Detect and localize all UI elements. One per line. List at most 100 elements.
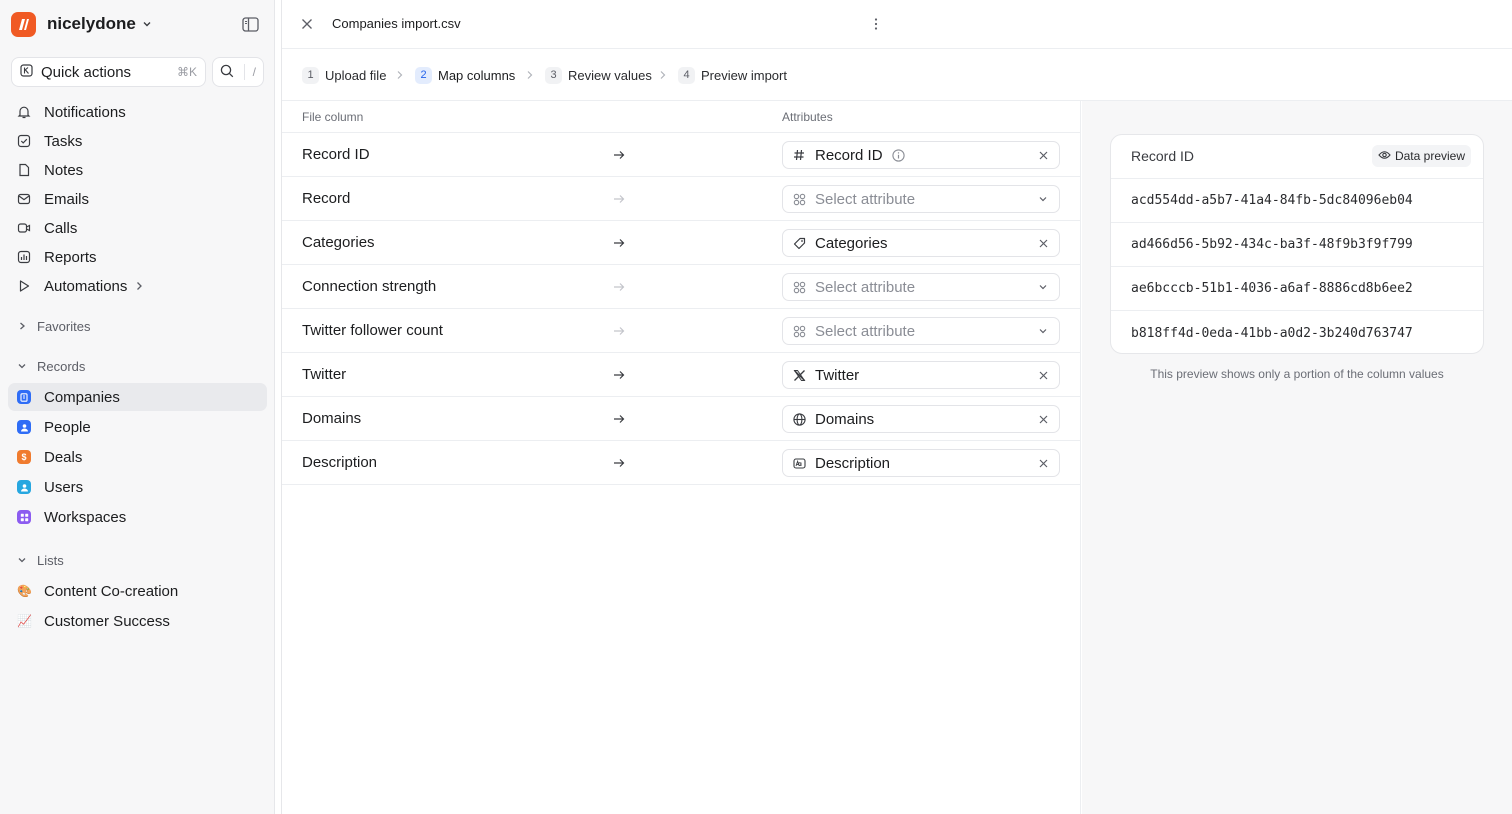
data-preview-button[interactable]: Data preview	[1371, 145, 1471, 167]
mapping-row[interactable]: Twitter Twitter	[282, 353, 1081, 397]
nav-item-notifications[interactable]: Notifications	[8, 98, 267, 126]
attribute-select[interactable]: Domains	[782, 405, 1060, 433]
clear-icon[interactable]	[1037, 369, 1049, 381]
attribute-select[interactable]: Categories	[782, 229, 1060, 257]
section-label: Records	[37, 358, 86, 374]
attribute-select[interactable]: Select attribute	[782, 317, 1060, 345]
nav-label: Emails	[44, 190, 90, 208]
search-icon	[220, 64, 234, 81]
nav-item-reports[interactable]: Reports	[8, 243, 267, 271]
more-options-icon[interactable]	[868, 14, 884, 34]
mapping-row[interactable]: Twitter follower count Select attribute	[282, 309, 1081, 353]
data-preview-label: Data preview	[1394, 149, 1465, 163]
section-label: Favorites	[37, 318, 91, 334]
file-column-name: Description	[302, 454, 378, 471]
file-column-name: Record	[302, 190, 351, 207]
video-icon	[17, 221, 31, 235]
workspace-icon	[17, 510, 31, 524]
sidebar-toggle-icon[interactable]	[240, 14, 260, 34]
clear-icon[interactable]	[1037, 457, 1049, 469]
play-icon	[17, 279, 31, 293]
sidebar: nicelydone Quick actions ⌘K / Notificati…	[0, 0, 275, 814]
preview-note: This preview shows only a portion of the…	[1150, 367, 1444, 381]
column-mapping-table: File column Attributes Record ID Record …	[282, 101, 1081, 814]
mapping-row[interactable]: Description Description	[282, 441, 1081, 485]
mapping-row[interactable]: Record ID Record ID	[282, 133, 1081, 177]
nav-label: Workspaces	[44, 508, 127, 526]
attribute-select[interactable]: Select attribute	[782, 273, 1060, 301]
file-title: Companies import.csv	[332, 16, 461, 31]
nav-item-emails[interactable]: Emails	[8, 185, 267, 213]
nav-label: Users	[44, 478, 84, 496]
info-icon[interactable]	[891, 148, 905, 162]
import-panel: Companies import.csv 1 Upload file 2 Map…	[281, 0, 1512, 814]
workspace-switcher[interactable]: nicelydone	[11, 11, 152, 37]
step-label: Upload file	[325, 67, 387, 83]
section-lists[interactable]: Lists	[17, 550, 64, 570]
sidebar-item-users[interactable]: Users	[8, 473, 267, 501]
mapping-row[interactable]: Domains Domains	[282, 397, 1081, 441]
chevron-right-icon	[656, 69, 668, 81]
deal-icon: $	[17, 450, 31, 464]
step-label: Preview import	[701, 67, 787, 83]
sidebar-item-content-co-creation[interactable]: 🎨 Content Co-creation	[8, 577, 267, 605]
close-icon[interactable]	[298, 15, 316, 33]
attribute-select[interactable]: Select attribute	[782, 185, 1060, 213]
step-map-columns[interactable]: 2 Map columns	[415, 65, 515, 85]
chevron-down-icon	[1037, 281, 1049, 293]
step-number: 4	[678, 66, 695, 84]
sidebar-item-companies[interactable]: Companies	[8, 383, 267, 411]
nav-item-tasks[interactable]: Tasks	[8, 127, 267, 155]
arrow-right-icon	[612, 412, 626, 426]
arrow-right-icon	[612, 324, 626, 338]
person-icon	[17, 420, 31, 434]
sidebar-item-people[interactable]: People	[8, 413, 267, 441]
clear-icon[interactable]	[1037, 413, 1049, 425]
import-steps: 1 Upload file 2 Map columns 3 Review val…	[282, 49, 1512, 101]
preview-value: b818ff4d-0eda-41bb-a0d2-3b240d763747	[1131, 325, 1413, 341]
attribute-select[interactable]: Description	[782, 449, 1060, 477]
nav-label: People	[44, 418, 91, 436]
step-upload-file[interactable]: 1 Upload file	[302, 65, 386, 85]
chevron-down-icon	[17, 552, 27, 568]
attributes-header: Attributes	[782, 110, 833, 124]
attribute-label: Description	[815, 454, 891, 472]
attribute-select[interactable]: Twitter	[782, 361, 1060, 389]
command-icon	[20, 64, 33, 80]
step-label: Map columns	[438, 67, 516, 83]
search-shortcut: /	[243, 64, 256, 80]
sidebar-item-deals[interactable]: $ Deals	[8, 443, 267, 471]
section-label: Lists	[37, 552, 64, 568]
nav-item-calls[interactable]: Calls	[8, 214, 267, 242]
nav-label: Companies	[44, 388, 120, 406]
attribute-select[interactable]: Record ID	[782, 141, 1060, 169]
chevron-right-icon	[393, 69, 405, 81]
section-records[interactable]: Records	[17, 356, 85, 376]
chart-icon	[17, 250, 31, 264]
step-review-values[interactable]: 3 Review values	[545, 65, 652, 85]
mapping-row[interactable]: Connection strength Select attribute	[282, 265, 1081, 309]
quick-actions-button[interactable]: Quick actions ⌘K	[11, 57, 206, 87]
section-favorites[interactable]: Favorites	[17, 316, 90, 336]
mapping-row[interactable]: Record Select attribute	[282, 177, 1081, 221]
step-preview-import[interactable]: 4 Preview import	[678, 65, 787, 85]
file-column-name: Categories	[302, 234, 375, 251]
step-number: 3	[545, 66, 562, 84]
workspace-name: nicelydone	[47, 14, 136, 33]
chevron-down-icon	[142, 19, 152, 29]
clear-icon[interactable]	[1037, 149, 1049, 161]
nav-item-notes[interactable]: Notes	[8, 156, 267, 184]
sidebar-item-workspaces[interactable]: Workspaces	[8, 503, 267, 531]
globe-icon	[792, 412, 806, 426]
file-column-name: Record ID	[302, 146, 370, 163]
mapping-row[interactable]: Categories Categories	[282, 221, 1081, 265]
arrow-right-icon	[612, 456, 626, 470]
nav-item-automations[interactable]: Automations	[8, 272, 267, 300]
checkbox-icon	[17, 134, 31, 148]
sidebar-item-customer-success[interactable]: 📈 Customer Success	[8, 607, 267, 635]
clear-icon[interactable]	[1037, 237, 1049, 249]
bell-icon	[17, 105, 31, 119]
preview-value: acd554dd-a5b7-41a4-84fb-5dc84096eb04	[1111, 179, 1483, 223]
chevron-down-icon	[17, 358, 27, 374]
search-button[interactable]: /	[212, 57, 264, 87]
